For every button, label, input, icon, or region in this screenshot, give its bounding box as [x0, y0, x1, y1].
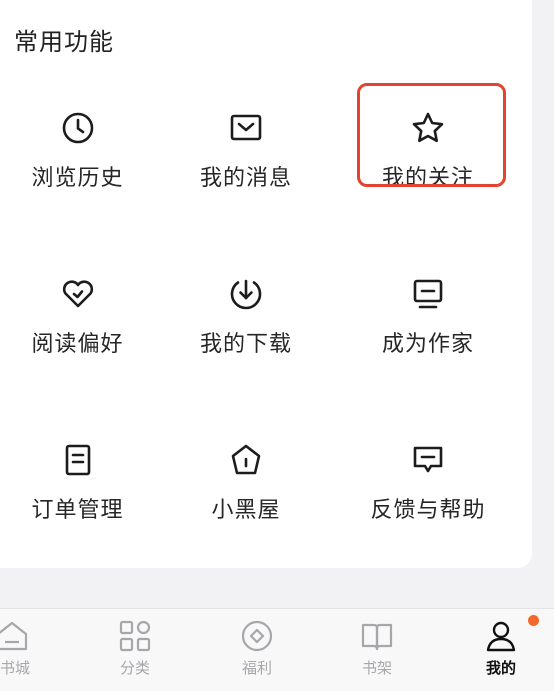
feature-grid: 浏览历史 我的消息 我的关注 阅读偏好 我的下载 成为作家 订单管理 小黑屋 反… [0, 82, 532, 580]
feature-downloads[interactable]: 我的下载 [155, 248, 337, 414]
common-functions-card: 常用功能 浏览历史 我的消息 我的关注 阅读偏好 我的下载 成为作家 订单管理 … [0, 0, 532, 568]
feature-label: 我的消息 [199, 166, 292, 191]
bottom-tab-bar: 书城 分类 福利 书架 我的 [0, 608, 554, 691]
feature-history[interactable]: 浏览历史 [0, 82, 155, 248]
notification-dot [528, 615, 539, 626]
tab-label: 书城 [0, 659, 31, 677]
coin-icon [240, 619, 274, 653]
tab-label: 分类 [119, 659, 150, 677]
feature-label: 我的下载 [199, 332, 292, 357]
download-icon [228, 276, 264, 312]
heart-check-icon [60, 276, 96, 312]
tab-label: 书架 [361, 659, 392, 677]
house-icon [228, 442, 264, 478]
star-icon [410, 110, 446, 146]
tab-bookshelf[interactable]: 书架 [347, 609, 407, 691]
monitor-icon [410, 276, 446, 312]
mail-icon [228, 110, 264, 146]
feature-orders[interactable]: 订单管理 [0, 414, 155, 580]
document-icon [60, 442, 96, 478]
tab-welfare[interactable]: 福利 [227, 609, 287, 691]
feature-label: 反馈与帮助 [370, 498, 486, 523]
chat-icon [410, 442, 446, 478]
tab-mine[interactable]: 我的 [471, 609, 539, 691]
tab-label: 福利 [241, 659, 272, 677]
feature-label: 小黑屋 [211, 498, 281, 523]
feature-blacklist[interactable]: 小黑屋 [155, 414, 337, 580]
book-icon [360, 619, 394, 653]
tab-label: 我的 [485, 659, 516, 677]
feature-label: 阅读偏好 [31, 332, 124, 357]
tab-bookstore[interactable]: 书城 [0, 609, 30, 691]
home-icon [0, 619, 29, 653]
section-title: 常用功能 [14, 28, 114, 56]
tab-category[interactable]: 分类 [105, 609, 165, 691]
feature-reading-preference[interactable]: 阅读偏好 [0, 248, 155, 414]
feature-label: 浏览历史 [31, 166, 124, 191]
feature-messages[interactable]: 我的消息 [155, 82, 337, 248]
feature-feedback[interactable]: 反馈与帮助 [337, 414, 519, 580]
feature-following[interactable]: 我的关注 [337, 82, 519, 248]
feature-label: 成为作家 [381, 332, 474, 357]
grid-icon [118, 619, 152, 653]
user-icon [484, 619, 518, 653]
feature-label: 我的关注 [381, 166, 474, 191]
clock-icon [60, 110, 96, 146]
feature-become-writer[interactable]: 成为作家 [337, 248, 519, 414]
feature-label: 订单管理 [31, 498, 124, 523]
